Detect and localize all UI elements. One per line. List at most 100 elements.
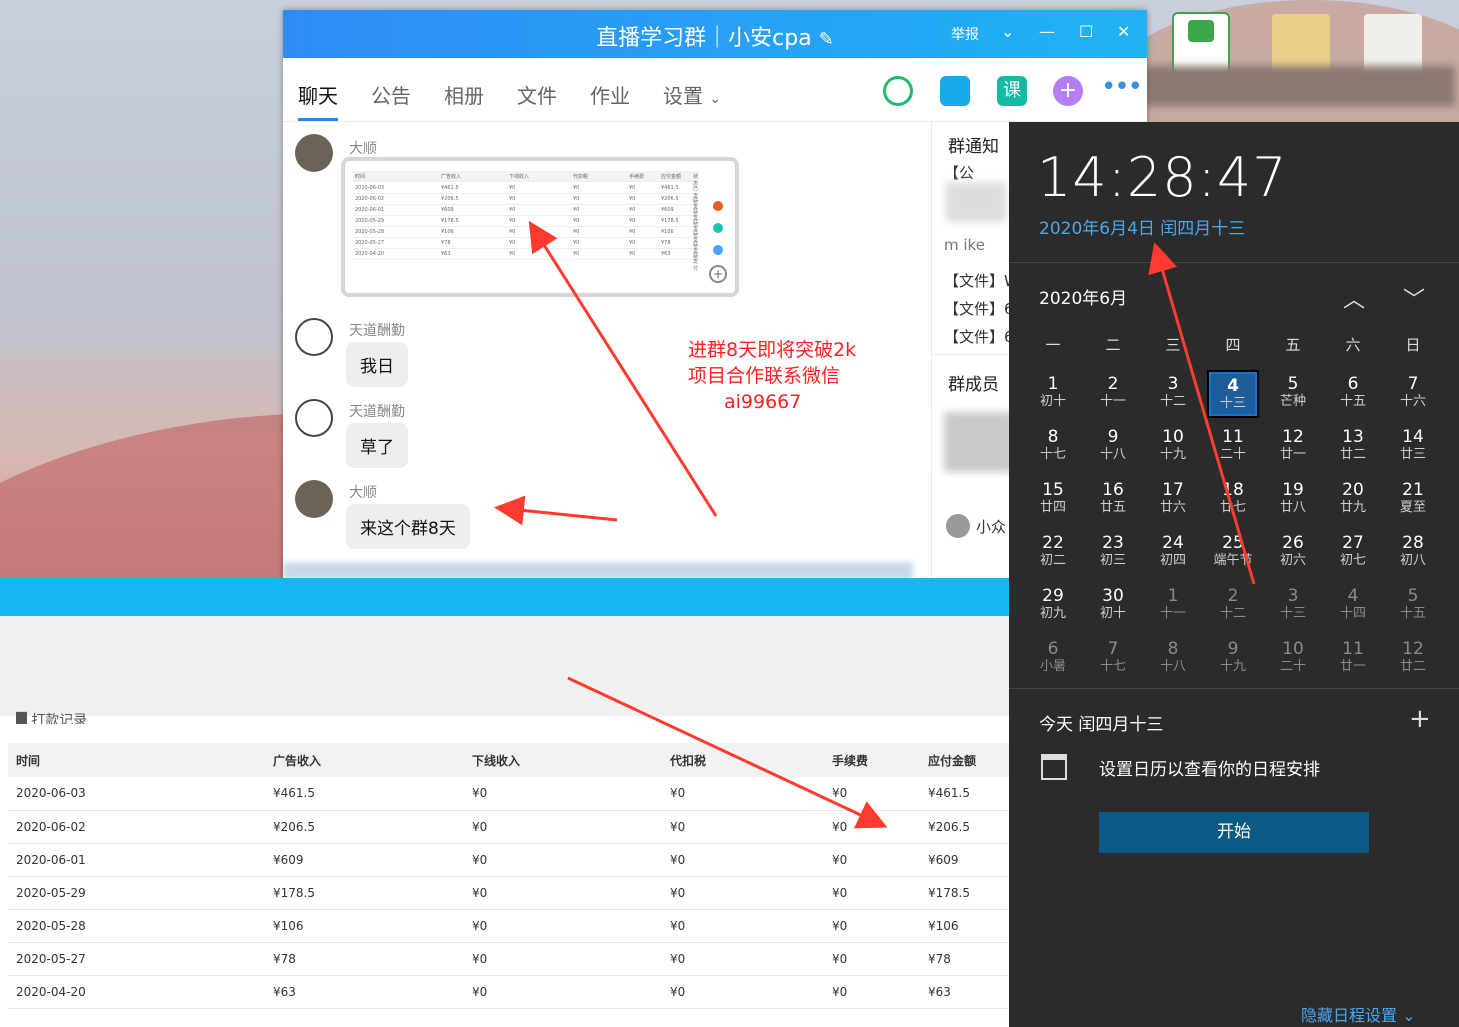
month-label[interactable]: 2020年6月 xyxy=(1039,284,1127,309)
calendar-day[interactable]: 27 初七 xyxy=(1327,529,1379,577)
tab-homework[interactable]: 作业 xyxy=(590,80,630,109)
calendar-day[interactable]: 1 十一 xyxy=(1147,582,1199,630)
lunar-label: 廿三 xyxy=(1399,447,1426,462)
weekday-label: 一 xyxy=(1045,336,1061,354)
tab-album[interactable]: 相册 xyxy=(444,80,484,109)
calendar-day[interactable]: 15 廿四 xyxy=(1027,476,1079,524)
calendar-day[interactable]: 11 二十 xyxy=(1207,423,1259,471)
avatar[interactable] xyxy=(946,514,970,538)
calendar-day[interactable]: 19 廿八 xyxy=(1267,476,1319,524)
calendar-day[interactable]: 26 初六 xyxy=(1267,529,1319,577)
calendar-day[interactable]: 17 廿六 xyxy=(1147,476,1199,524)
calendar-day[interactable]: 2 十一 xyxy=(1087,370,1139,418)
start-button[interactable]: 开始 xyxy=(1099,812,1369,853)
calendar-day[interactable]: 1 初十 xyxy=(1027,370,1079,418)
calendar-day[interactable]: 13 廿二 xyxy=(1327,423,1379,471)
calendar-day[interactable]: 12 廿二 xyxy=(1387,635,1439,683)
close-icon[interactable]: ✕ xyxy=(1117,22,1130,41)
thumb-cell: ¥78 xyxy=(661,240,671,246)
image-message-thumbnail[interactable]: 时间 广告收入 下线收入 代扣税 手续费 应付金额 状态 2020-06-03 ¥… xyxy=(341,157,739,297)
minimize-icon[interactable]: — xyxy=(1039,22,1055,41)
avatar[interactable] xyxy=(295,399,333,437)
calendar-day[interactable]: 8 十八 xyxy=(1147,635,1199,683)
calendar-day[interactable]: 22 初二 xyxy=(1027,529,1079,577)
chevron-down-icon[interactable]: ﹀ xyxy=(1403,282,1425,314)
calendar-day[interactable]: 3 十三 xyxy=(1267,582,1319,630)
calendar-day[interactable]: 28 初八 xyxy=(1387,529,1439,577)
calendar-day[interactable]: 24 初四 xyxy=(1147,529,1199,577)
calendar-day[interactable]: 29 初九 xyxy=(1027,582,1079,630)
calendar-day[interactable]: 4 十四 xyxy=(1327,582,1379,630)
message-bubble[interactable]: 草了 xyxy=(346,423,408,468)
video-call-icon[interactable] xyxy=(940,76,970,106)
calendar-day[interactable]: 7 十六 xyxy=(1387,370,1439,418)
calendar-day[interactable]: 6 十五 xyxy=(1327,370,1379,418)
calendar-day[interactable]: 7 十七 xyxy=(1087,635,1139,683)
calendar-day[interactable]: 12 廿一 xyxy=(1267,423,1319,471)
chat-titlebar[interactable]: 直播学习群｜小安cpa ✎ 举报 ⌄ — ☐ ✕ xyxy=(283,10,1147,58)
maximize-icon[interactable]: ☐ xyxy=(1079,22,1093,41)
calendar-day[interactable]: 18 廿七 xyxy=(1207,476,1259,524)
table-row: 2020-06-01 ¥609 ¥0 ¥0 ¥0 ¥609 xyxy=(8,843,1010,877)
class-icon[interactable]: 课 xyxy=(997,76,1027,106)
table-cell: 2020-05-29 xyxy=(8,876,265,910)
table-cell: ¥0 xyxy=(464,777,662,811)
more-icon[interactable]: ••• xyxy=(1101,74,1143,106)
file-item[interactable]: 【文件】6 xyxy=(944,326,1014,347)
table-cell: ¥78 xyxy=(920,942,1010,976)
group-notice-prefix: 【公 xyxy=(944,164,975,182)
edit-icon[interactable]: ✎ xyxy=(819,29,834,50)
calendar-day[interactable]: 21 夏至 xyxy=(1387,476,1439,524)
table-cell: ¥0 xyxy=(464,876,662,910)
file-item[interactable]: 【文件】W xyxy=(944,270,1019,291)
tab-announcement[interactable]: 公告 xyxy=(371,80,411,109)
member-name[interactable]: 小众 xyxy=(976,516,1006,537)
avatar[interactable] xyxy=(295,318,333,356)
hide-agenda-link[interactable]: 隐藏日程设置 ⌄ xyxy=(1301,1002,1416,1026)
date-link[interactable]: 2020年6月4日 闰四月十三 xyxy=(1039,214,1245,239)
calendar-day[interactable]: 11 廿一 xyxy=(1327,635,1379,683)
calendar-day[interactable]: 20 廿九 xyxy=(1327,476,1379,524)
file-item[interactable]: 【文件】6 xyxy=(944,298,1014,319)
calendar-day[interactable]: 9 十八 xyxy=(1087,423,1139,471)
calendar-day[interactable]: 8 十七 xyxy=(1027,423,1079,471)
day-number: 9 xyxy=(1227,639,1239,659)
calendar-day[interactable]: 9 十九 xyxy=(1207,635,1259,683)
chevron-down-icon[interactable]: ⌄ xyxy=(1001,22,1014,41)
tab-chat[interactable]: 聊天 xyxy=(298,80,338,121)
message-bubble[interactable]: 我日 xyxy=(346,342,408,387)
calendar-day[interactable]: 10 二十 xyxy=(1267,635,1319,683)
table-row: 2020-06-03 ¥461.5 ¥0 ¥0 ¥0 ¥461.5 xyxy=(8,777,1010,811)
calendar-day[interactable]: 5 十五 xyxy=(1387,582,1439,630)
calendar-day[interactable]: 23 初三 xyxy=(1087,529,1139,577)
tab-settings[interactable]: 设置 ⌄ xyxy=(663,80,721,109)
calendar-day[interactable]: 5 芒种 xyxy=(1267,370,1319,418)
thumb-cell: ¥0 xyxy=(509,240,516,246)
group-notice-title: 群通知 xyxy=(948,137,999,157)
avatar[interactable] xyxy=(295,480,333,518)
tab-files[interactable]: 文件 xyxy=(517,80,557,109)
chevron-up-icon[interactable]: ︿ xyxy=(1343,282,1365,314)
table-cell: ¥609 xyxy=(265,843,464,877)
calendar-day-today[interactable]: 4 十三 xyxy=(1207,370,1259,418)
calendar-day[interactable]: 16 廿五 xyxy=(1087,476,1139,524)
thumb-cell: 2020-06-03 xyxy=(355,185,385,191)
calendar-day[interactable]: 25 端午节 xyxy=(1207,529,1259,577)
day-number: 19 xyxy=(1282,480,1304,500)
calendar-day[interactable]: 2 十二 xyxy=(1207,582,1259,630)
voice-call-icon[interactable] xyxy=(883,76,913,106)
add-app-icon[interactable]: + xyxy=(1053,76,1083,106)
add-event-icon[interactable]: + xyxy=(1409,704,1431,734)
calendar-day[interactable]: 14 廿三 xyxy=(1387,423,1439,471)
calendar-day[interactable]: 6 小暑 xyxy=(1027,635,1079,683)
zoom-in-icon[interactable]: + xyxy=(709,265,727,283)
message-bubble[interactable]: 来这个群8天 xyxy=(346,504,470,549)
report-button[interactable]: 举报 xyxy=(951,24,979,44)
calendar-day[interactable]: 30 初十 xyxy=(1087,582,1139,630)
calendar-day[interactable]: 3 十二 xyxy=(1147,370,1199,418)
spreadsheet-desktop-icon[interactable] xyxy=(1172,12,1230,74)
payment-records-table: 时间 广告收入 下线收入 代扣税 手续费 应付金额 2020-06-03 ¥461… xyxy=(8,743,1010,1009)
divider xyxy=(1009,262,1459,263)
calendar-day[interactable]: 10 十九 xyxy=(1147,423,1199,471)
avatar[interactable] xyxy=(295,134,333,172)
